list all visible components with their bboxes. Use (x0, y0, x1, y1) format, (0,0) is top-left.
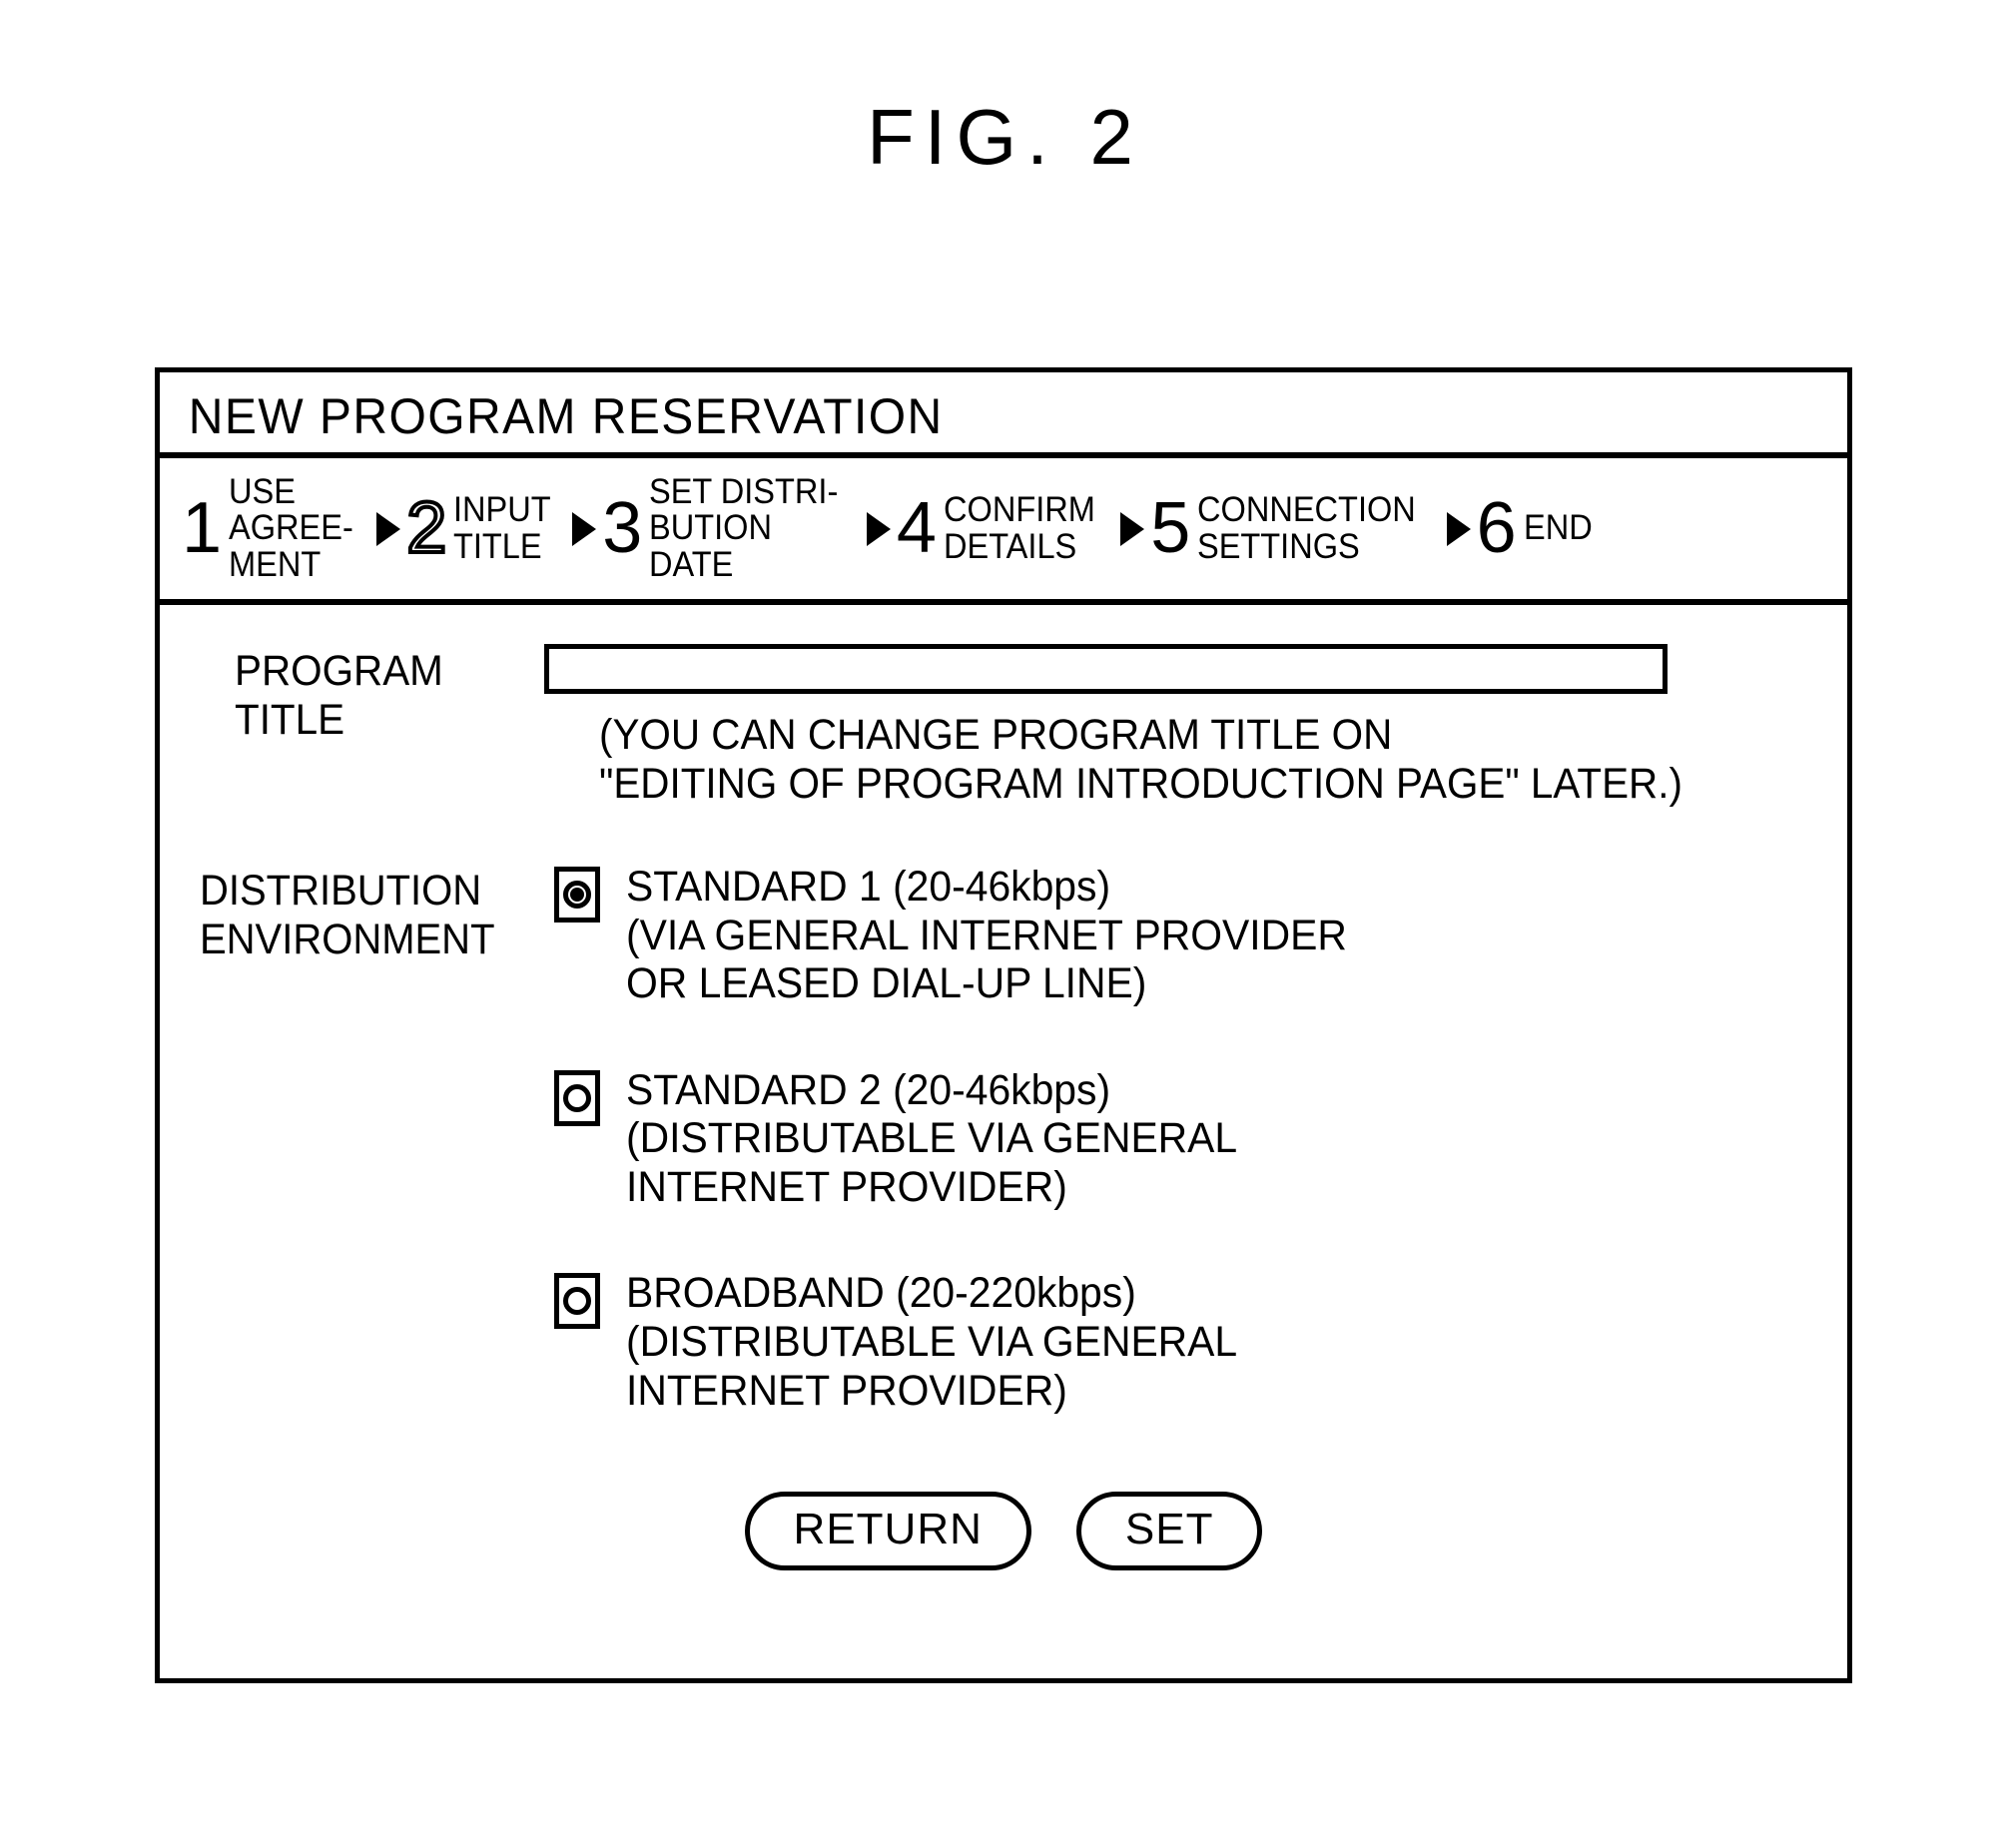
option-label-broadband: BROADBAND (20-220kbps) (DISTRIBUTABLE VI… (626, 1269, 1238, 1415)
dialog-title: NEW PROGRAM RESERVATION (188, 388, 944, 444)
option-standard-1[interactable]: STANDARD 1 (20-46kbps) (VIA GENERAL INTE… (554, 863, 1752, 1008)
distribution-environment-options: STANDARD 1 (20-46kbps) (VIA GENERAL INTE… (554, 863, 1752, 1473)
step-number-3: 3 (602, 488, 643, 569)
radio-button-icon-standard-2[interactable] (554, 1069, 600, 1126)
step-number-4: 4 (896, 488, 937, 569)
new-program-reservation-dialog: NEW PROGRAM RESERVATION 1 USE AGREE- MEN… (155, 367, 1852, 1683)
wizard-step-6[interactable]: 6 END (1476, 488, 1598, 569)
program-title-input[interactable] (544, 644, 1668, 694)
wizard-step-1[interactable]: 1 USE AGREE- MENT (182, 474, 362, 582)
step-label-3: SET DISTRI- BUTION DATE (649, 472, 839, 584)
step-arrow-icon (1120, 511, 1145, 546)
wizard-step-3[interactable]: 3 SET DISTRI- BUTION DATE (602, 474, 853, 582)
step-label-5: CONNECTION SETTINGS (1197, 490, 1417, 566)
step-number-1: 1 (182, 488, 223, 569)
step-arrow-icon (866, 511, 891, 546)
step-label-1: USE AGREE- MENT (229, 472, 353, 584)
return-button[interactable]: RETURN (744, 1492, 1031, 1571)
step-label-2: INPUT TITLE (453, 490, 551, 566)
program-title-label: PROGRAM TITLE (235, 647, 443, 744)
wizard-step-5[interactable]: 5 CONNECTION SETTINGS (1150, 492, 1432, 564)
option-broadband[interactable]: BROADBAND (20-220kbps) (DISTRIBUTABLE VI… (554, 1269, 1752, 1415)
wizard-step-2[interactable]: 2 INPUT TITLE (404, 488, 558, 569)
step-arrow-icon (1446, 511, 1471, 546)
option-standard-2[interactable]: STANDARD 2 (20-46kbps) (DISTRIBUTABLE VI… (554, 1066, 1752, 1212)
radio-button-icon-broadband[interactable] (554, 1273, 600, 1330)
step-number-6: 6 (1476, 488, 1517, 569)
distribution-environment-label: DISTRIBUTION ENVIRONMENT (200, 867, 495, 963)
radio-button-icon-standard-1[interactable] (554, 867, 600, 923)
step-label-6: END (1523, 508, 1593, 548)
step-number-2: 2 (404, 488, 448, 569)
wizard-step-4[interactable]: 4 CONFIRM DETAILS (897, 492, 1106, 564)
step-number-5: 5 (1150, 488, 1191, 569)
option-label-standard-1: STANDARD 1 (20-46kbps) (VIA GENERAL INTE… (626, 863, 1347, 1008)
set-button[interactable]: SET (1075, 1492, 1263, 1571)
step-arrow-icon (376, 511, 401, 546)
dialog-title-bar: NEW PROGRAM RESERVATION (160, 380, 1847, 458)
step-label-4: CONFIRM DETAILS (943, 490, 1095, 566)
wizard-step-bar: 1 USE AGREE- MENT 2 INPUT TITLE 3 SET DI… (160, 458, 1847, 605)
step-arrow-icon (572, 511, 597, 546)
program-title-hint: (YOU CAN CHANGE PROGRAM TITLE ON "EDITIN… (599, 711, 1682, 808)
dialog-button-row: RETURN SET (160, 1492, 1847, 1571)
option-label-standard-2: STANDARD 2 (20-46kbps) (DISTRIBUTABLE VI… (626, 1065, 1238, 1211)
dialog-body: PROGRAM TITLE (YOU CAN CHANGE PROGRAM TI… (160, 605, 1847, 1678)
figure-caption: FIG. 2 (867, 93, 1143, 181)
